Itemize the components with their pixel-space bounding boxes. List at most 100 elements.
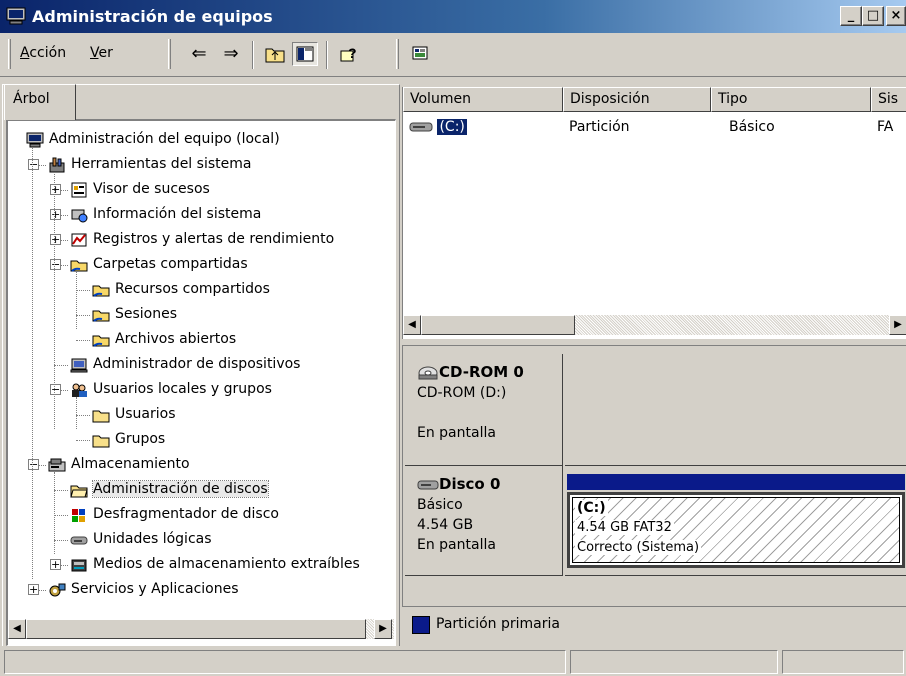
tree-item[interactable]: Información del sistema <box>70 202 261 227</box>
help-button[interactable]: ? <box>336 42 362 66</box>
disk-action-button[interactable] <box>408 42 434 66</box>
tree-item[interactable]: Grupos <box>92 427 165 452</box>
tree-item[interactable]: Administración de discos <box>70 477 269 502</box>
tree-item[interactable]: Visor de sucesos <box>70 177 210 202</box>
status-panel-1 <box>4 650 566 674</box>
minimize-button[interactable]: _ <box>840 6 862 26</box>
disk-area-disco0: (C:) 4.54 GB FAT32 Correcto (Sistema) <box>565 466 906 576</box>
toolbar-grip[interactable] <box>8 39 11 69</box>
tree-item[interactable]: Usuarios locales y grupos <box>70 377 272 402</box>
tree-item-label: Información del sistema <box>93 206 262 222</box>
toolbar-separator <box>252 41 254 69</box>
show-hide-tree-button[interactable] <box>292 42 318 66</box>
legend-swatch-primary <box>412 616 430 634</box>
shared-folder-icon <box>92 335 110 347</box>
toolbar-separator <box>326 41 328 69</box>
disk-label-cdrom0[interactable]: CD-ROM 0 CD-ROM (D:) En pantalla <box>405 354 563 466</box>
scroll-thumb[interactable] <box>421 315 575 335</box>
storage-icon <box>48 458 66 471</box>
disk-type: CD-ROM (D:) <box>417 385 507 401</box>
tree-connector <box>54 172 55 429</box>
tree-item-label: Visor de sucesos <box>93 181 210 197</box>
primary-partition-bar <box>567 474 905 490</box>
table-row[interactable]: (C:) <box>409 119 467 135</box>
expand-icon[interactable]: + <box>28 584 39 595</box>
tree-connector <box>76 290 90 291</box>
tree-connector <box>54 540 68 541</box>
device-manager-icon <box>70 358 88 372</box>
tree-connector <box>76 397 77 429</box>
tree-item[interactable]: Administración del equipo (local) <box>26 127 280 152</box>
disk-area-cdrom0[interactable] <box>565 354 906 466</box>
column-header-tipo[interactable]: Tipo <box>711 87 871 112</box>
tree-item[interactable]: Medios de almacenamiento extraíbles <box>70 552 360 577</box>
tree-item[interactable]: Recursos compartidos <box>92 277 270 302</box>
folder-icon <box>92 435 110 447</box>
expand-icon[interactable]: + <box>50 209 61 220</box>
tree-item-label: Administrador de dispositivos <box>93 356 301 372</box>
disk-status: En pantalla <box>417 537 496 553</box>
tree-item[interactable]: Administrador de dispositivos <box>70 352 300 377</box>
tree-item[interactable]: Almacenamiento <box>48 452 190 477</box>
tree-item[interactable]: Sesiones <box>92 302 177 327</box>
collapse-icon[interactable]: − <box>28 459 39 470</box>
back-button[interactable]: ⇐ <box>186 42 212 66</box>
tree-item[interactable]: Registros y alertas de rendimiento <box>70 227 334 252</box>
close-button[interactable]: × <box>886 6 906 26</box>
services-icon <box>49 583 66 596</box>
tab-arbol[interactable]: Árbol <box>4 84 76 120</box>
tree-horizontal-scrollbar[interactable]: ◀ ▶ <box>8 619 394 639</box>
console-tree[interactable]: Administración del equipo (local) − Herram… <box>6 119 396 646</box>
partition-label: (C:) <box>575 500 608 516</box>
computer-management-icon <box>6 7 26 25</box>
tree-item[interactable]: Archivos abiertos <box>92 327 236 352</box>
column-header-volumen[interactable]: Volumen <box>403 87 563 112</box>
partition-c[interactable]: (C:) 4.54 GB FAT32 Correcto (Sistema) <box>567 492 905 568</box>
tree-item-label: Herramientas del sistema <box>71 156 252 172</box>
volume-horizontal-scrollbar[interactable]: ◀ ▶ <box>403 315 906 335</box>
collapse-icon[interactable]: − <box>50 259 61 270</box>
tree-item[interactable]: Herramientas del sistema <box>48 152 251 177</box>
disk-label-disco0[interactable]: Disco 0 Básico 4.54 GB En pantalla <box>405 466 563 576</box>
scroll-left-button[interactable]: ◀ <box>8 619 26 639</box>
partition-status: Correcto (Sistema) <box>575 540 702 555</box>
up-one-level-button[interactable] <box>262 42 288 66</box>
scroll-thumb[interactable] <box>26 619 366 639</box>
collapse-icon[interactable]: − <box>28 159 39 170</box>
partition-hatch: (C:) 4.54 GB FAT32 Correcto (Sistema) <box>572 497 900 563</box>
tree-item[interactable]: Carpetas compartidas <box>70 252 248 277</box>
tree-item[interactable]: Unidades lógicas <box>70 527 212 552</box>
volume-list[interactable]: Volumen Disposición Tipo Sis (C:) Partic… <box>402 87 906 339</box>
toolbar-grip[interactable] <box>168 39 171 69</box>
help-icon: ? <box>340 45 357 62</box>
expand-icon[interactable]: + <box>50 234 61 245</box>
menu-ver[interactable]: Ver <box>90 45 113 61</box>
tree-item[interactable]: Usuarios <box>92 402 176 427</box>
tree-item[interactable]: Desfragmentador de disco <box>70 502 279 527</box>
menu-accion[interactable]: Acción <box>20 45 66 61</box>
column-header-sistema[interactable]: Sis <box>871 87 906 112</box>
scroll-left-button[interactable]: ◀ <box>403 315 421 335</box>
title-bar[interactable]: Administración de equipos _ □ × <box>0 0 906 33</box>
svg-text:?: ? <box>348 45 357 61</box>
expand-icon[interactable]: + <box>50 184 61 195</box>
toolbar-grip[interactable] <box>396 39 399 69</box>
logical-drive-icon <box>70 536 88 544</box>
maximize-button[interactable]: □ <box>862 6 884 26</box>
disk-size <box>417 403 562 423</box>
tree-item-label: Almacenamiento <box>71 456 190 472</box>
tree-item[interactable]: Servicios y Aplicaciones <box>48 577 239 602</box>
scroll-right-button[interactable]: ▶ <box>374 619 392 639</box>
toolbar: Acción Ver ⇐ ⇒ ? <box>0 33 906 77</box>
tree-connector <box>76 440 90 441</box>
window-title: Administración de equipos <box>32 7 273 26</box>
collapse-icon[interactable]: − <box>50 384 61 395</box>
tree-item-label: Sesiones <box>115 306 178 322</box>
scroll-right-button[interactable]: ▶ <box>889 315 906 335</box>
disk-graphical-view[interactable]: CD-ROM 0 CD-ROM (D:) En pantalla Disco 0… <box>402 345 906 644</box>
disk-status: En pantalla <box>417 425 496 441</box>
expand-icon[interactable]: + <box>50 559 61 570</box>
forward-button[interactable]: ⇒ <box>218 42 244 66</box>
column-header-disposicion[interactable]: Disposición <box>563 87 711 112</box>
tree-connector <box>54 490 68 491</box>
